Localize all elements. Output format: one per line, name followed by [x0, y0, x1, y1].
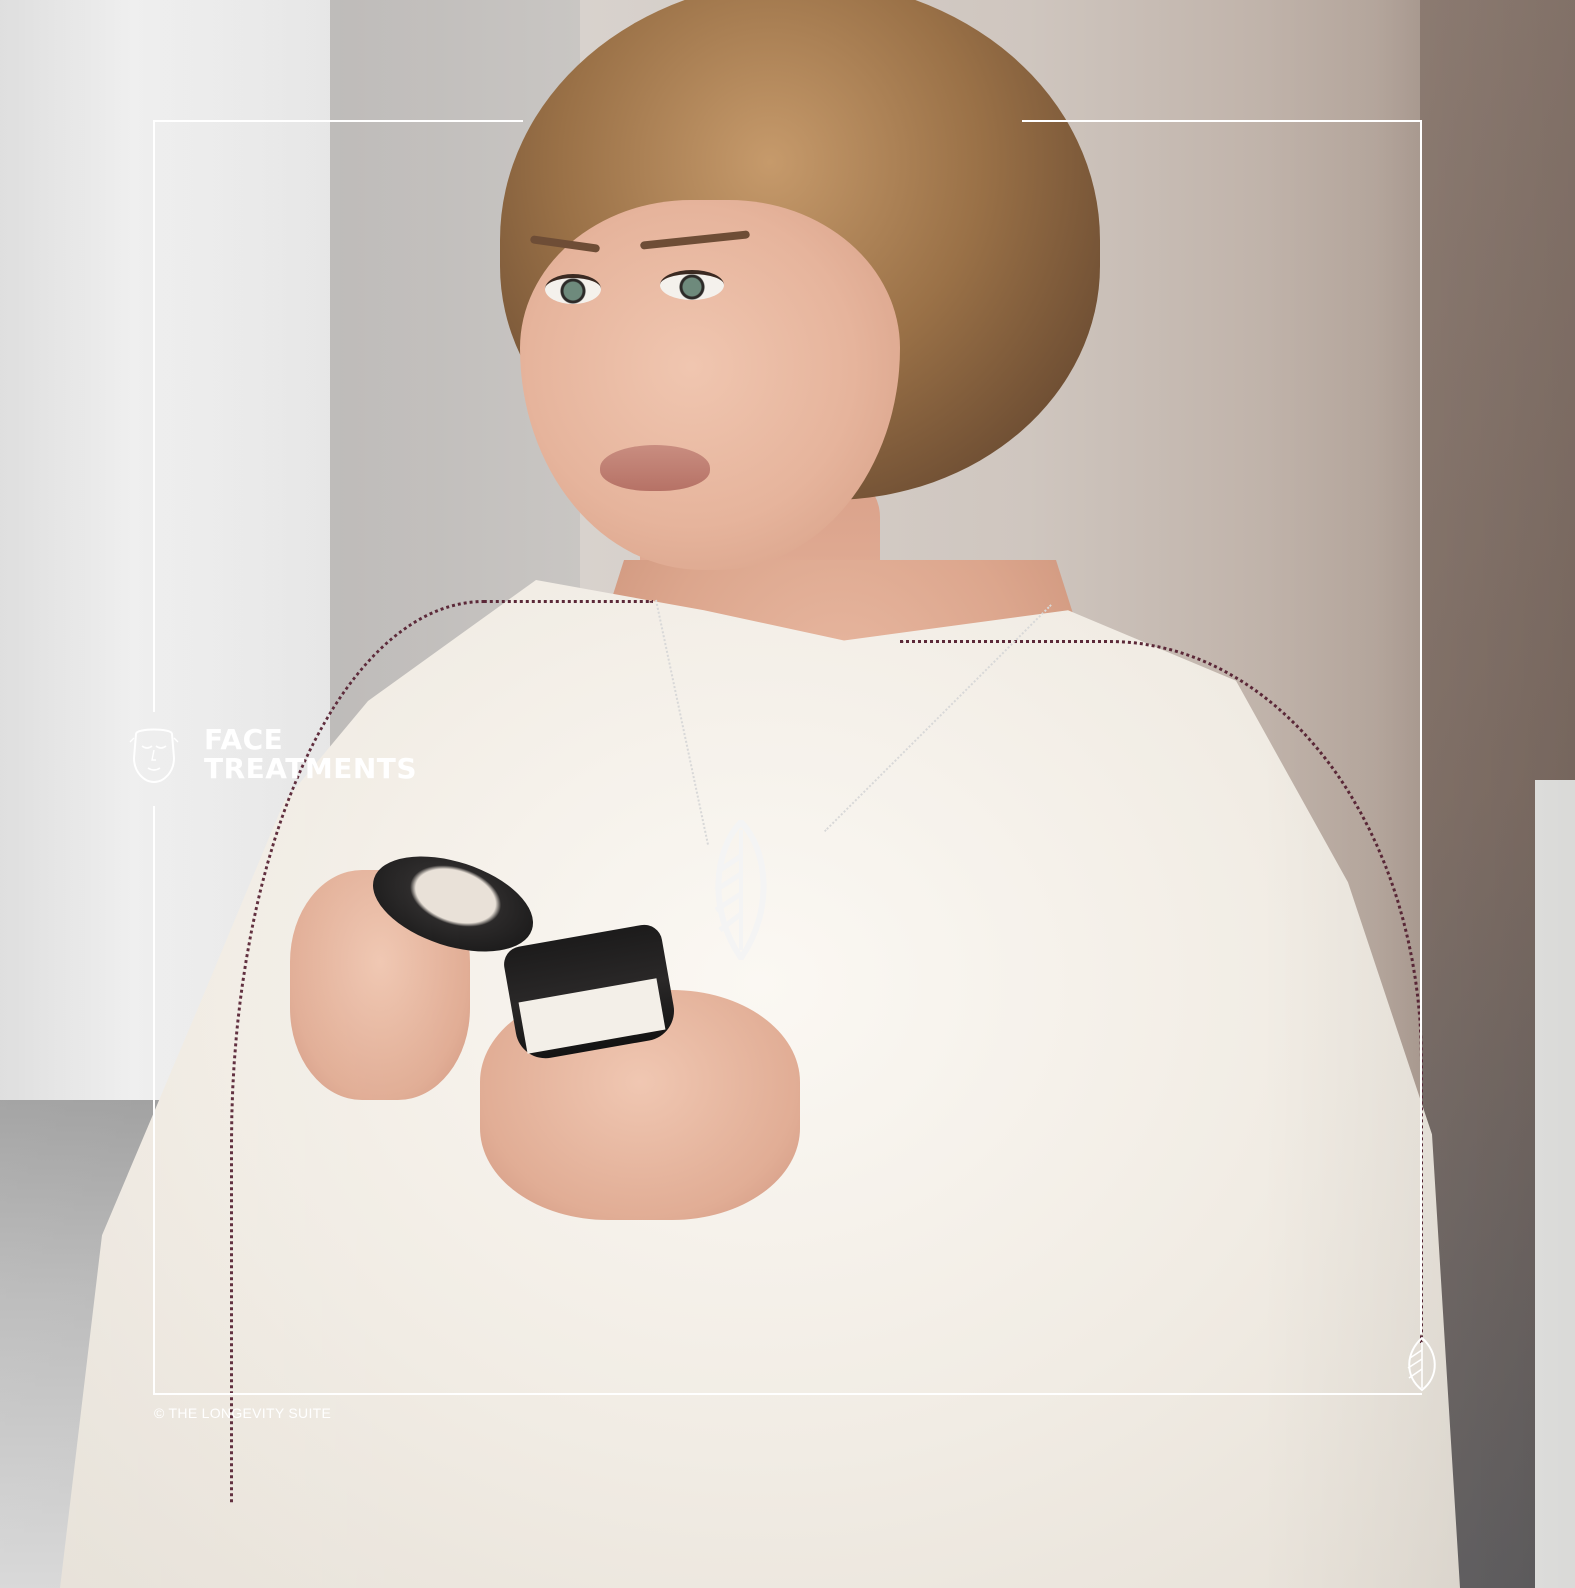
section-title: FACE TREATMENTS	[204, 725, 417, 783]
frame-left-upper	[153, 120, 155, 712]
frame-right-upper	[1420, 120, 1422, 1334]
photo-page: FACE TREATMENTS © THE LONGEVITY SUITE	[0, 0, 1575, 1588]
section-title-line1: FACE	[204, 723, 284, 756]
frame-left-lower	[153, 806, 155, 1394]
copyright-text: © THE LONGEVITY SUITE	[154, 1405, 332, 1421]
frame-top-right	[1022, 120, 1422, 122]
frame-bottom	[153, 1393, 1422, 1395]
frame-top-left	[153, 120, 523, 122]
section-title-line2: TREATMENTS	[204, 752, 418, 785]
face-icon	[129, 728, 179, 784]
section-heading: FACE TREATMENTS	[128, 724, 417, 784]
photo-vignette	[0, 0, 1575, 1588]
leaf-logo-icon	[1407, 1336, 1436, 1392]
